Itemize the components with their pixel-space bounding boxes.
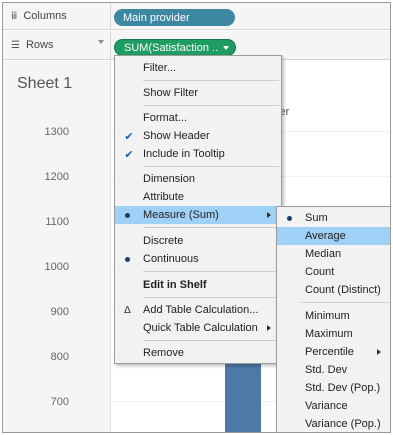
pill-dropdown-icon[interactable]: [223, 46, 229, 50]
menu-item-label: Std. Dev (Pop.): [305, 382, 381, 394]
menu-separator: [143, 227, 279, 228]
submenu-arrow-icon: [267, 325, 271, 331]
menu-item-label: Average: [305, 230, 346, 242]
menu-item-label: Sum: [305, 212, 328, 224]
menu-separator: [143, 166, 279, 167]
menu-item-attribute[interactable]: Attribute: [115, 188, 281, 206]
submenu-item-std-dev[interactable]: Std. Dev: [277, 361, 390, 379]
menu-item-label: Quick Table Calculation: [143, 322, 258, 334]
measure-submenu: Sum Average Median Count Count (Distinct…: [276, 206, 390, 432]
submenu-arrow-icon: [377, 349, 381, 355]
sheet-title: Sheet 1: [17, 75, 73, 92]
axis-tick-label: 900: [50, 306, 69, 318]
menu-separator: [301, 302, 389, 303]
submenu-item-variance-pop[interactable]: Variance (Pop.): [277, 415, 390, 432]
rows-shelf-label: ☰ Rows: [3, 31, 111, 59]
axis-tick-label: 1300: [44, 126, 69, 138]
check-icon: ✔: [124, 148, 134, 161]
rows-icon: ☰: [11, 39, 20, 51]
menu-separator: [143, 297, 279, 298]
columns-icon: iii: [11, 10, 17, 22]
axis-tick-label: 1000: [44, 261, 69, 273]
axis-tick-label: 1100: [45, 216, 69, 228]
menu-item-label: Variance (Pop.): [305, 418, 381, 430]
menu-item-remove[interactable]: Remove: [115, 344, 281, 362]
submenu-item-minimum[interactable]: Minimum: [277, 307, 390, 325]
rows-shelf-caret-icon[interactable]: [98, 40, 104, 44]
rows-pill-label: SUM(Satisfaction ..: [124, 41, 219, 54]
submenu-item-average[interactable]: Average: [277, 227, 390, 245]
menu-separator: [143, 271, 279, 272]
menu-item-label: Discrete: [143, 235, 184, 247]
menu-item-label: Attribute: [143, 191, 184, 203]
menu-separator: [143, 105, 279, 106]
menu-item-label: Continuous: [143, 253, 199, 265]
menu-item-label: Measure (Sum): [143, 209, 219, 221]
menu-item-add-table-calculation[interactable]: Δ Add Table Calculation...: [115, 301, 281, 319]
menu-item-format[interactable]: Format...: [115, 109, 281, 127]
menu-item-label: Include in Tooltip: [143, 148, 225, 160]
submenu-item-maximum[interactable]: Maximum: [277, 325, 390, 343]
menu-item-label: Dimension: [143, 173, 195, 185]
menu-item-label: Percentile: [305, 346, 354, 358]
menu-item-label: Show Filter: [143, 87, 199, 99]
menu-separator: [143, 80, 279, 81]
submenu-item-variance[interactable]: Variance: [277, 397, 390, 415]
left-panel: Sheet 1: [3, 61, 111, 432]
columns-label: Columns: [23, 10, 67, 22]
menu-item-discrete[interactable]: Discrete: [115, 232, 281, 250]
menu-item-continuous[interactable]: Continuous: [115, 250, 281, 268]
menu-item-include-in-tooltip[interactable]: ✔ Include in Tooltip: [115, 145, 281, 163]
menu-item-label: Minimum: [305, 310, 350, 322]
menu-item-edit-in-shelf[interactable]: Edit in Shelf: [115, 276, 281, 294]
submenu-item-median[interactable]: Median: [277, 245, 390, 263]
submenu-item-count-distinct[interactable]: Count (Distinct): [277, 281, 390, 299]
menu-item-label: Format...: [143, 112, 188, 124]
axis-tick-label: 1200: [44, 171, 69, 183]
radio-bullet-icon: [125, 213, 130, 218]
columns-shelf: iii Columns Main provider: [3, 3, 390, 30]
tableau-window: iii Columns Main provider ☰ Rows SUM(Sat…: [2, 2, 391, 433]
axis-tick-label: 800: [50, 351, 69, 363]
menu-item-label: Median: [305, 248, 342, 260]
submenu-item-count[interactable]: Count: [277, 263, 390, 281]
menu-item-label: Count: [305, 266, 335, 278]
menu-item-label: Edit in Shelf: [143, 279, 207, 291]
radio-bullet-icon: [287, 216, 292, 221]
rows-label: Rows: [25, 39, 54, 51]
submenu-item-std-dev-pop[interactable]: Std. Dev (Pop.): [277, 379, 390, 397]
menu-item-label: Std. Dev: [305, 364, 348, 376]
data-bar[interactable]: [225, 364, 261, 432]
menu-item-label: Variance: [305, 400, 348, 412]
submenu-item-percentile[interactable]: Percentile: [277, 343, 390, 361]
menu-item-dimension[interactable]: Dimension: [115, 170, 281, 188]
menu-item-filter[interactable]: Filter...: [115, 59, 281, 77]
radio-bullet-icon: [125, 257, 130, 262]
menu-item-label: Remove: [143, 347, 184, 359]
menu-separator: [143, 340, 279, 341]
pill-context-menu: Filter... Show Filter Format... ✔ Show He…: [114, 55, 282, 364]
menu-item-label: Maximum: [305, 328, 353, 340]
columns-pill-main-provider[interactable]: Main provider: [114, 9, 235, 26]
submenu-arrow-icon: [267, 212, 271, 218]
menu-item-measure-sum[interactable]: Measure (Sum): [115, 206, 281, 224]
check-icon: ✔: [124, 130, 134, 143]
rows-pill-sum-satisfaction[interactable]: SUM(Satisfaction ..: [114, 39, 236, 56]
submenu-item-sum[interactable]: Sum: [277, 209, 390, 227]
delta-icon: Δ: [124, 305, 131, 316]
menu-item-show-filter[interactable]: Show Filter: [115, 84, 281, 102]
menu-item-quick-table-calculation[interactable]: Quick Table Calculation: [115, 319, 281, 337]
columns-shelf-label: iii Columns: [3, 3, 111, 29]
menu-item-label: Filter...: [143, 62, 177, 74]
menu-item-label: Show Header: [143, 130, 210, 142]
menu-item-show-header[interactable]: ✔ Show Header: [115, 127, 281, 145]
menu-item-label: Add Table Calculation...: [143, 304, 259, 316]
columns-pill-label: Main provider: [123, 11, 190, 24]
menu-item-label: Count (Distinct): [305, 284, 381, 296]
axis-tick-label: 700: [50, 396, 69, 408]
